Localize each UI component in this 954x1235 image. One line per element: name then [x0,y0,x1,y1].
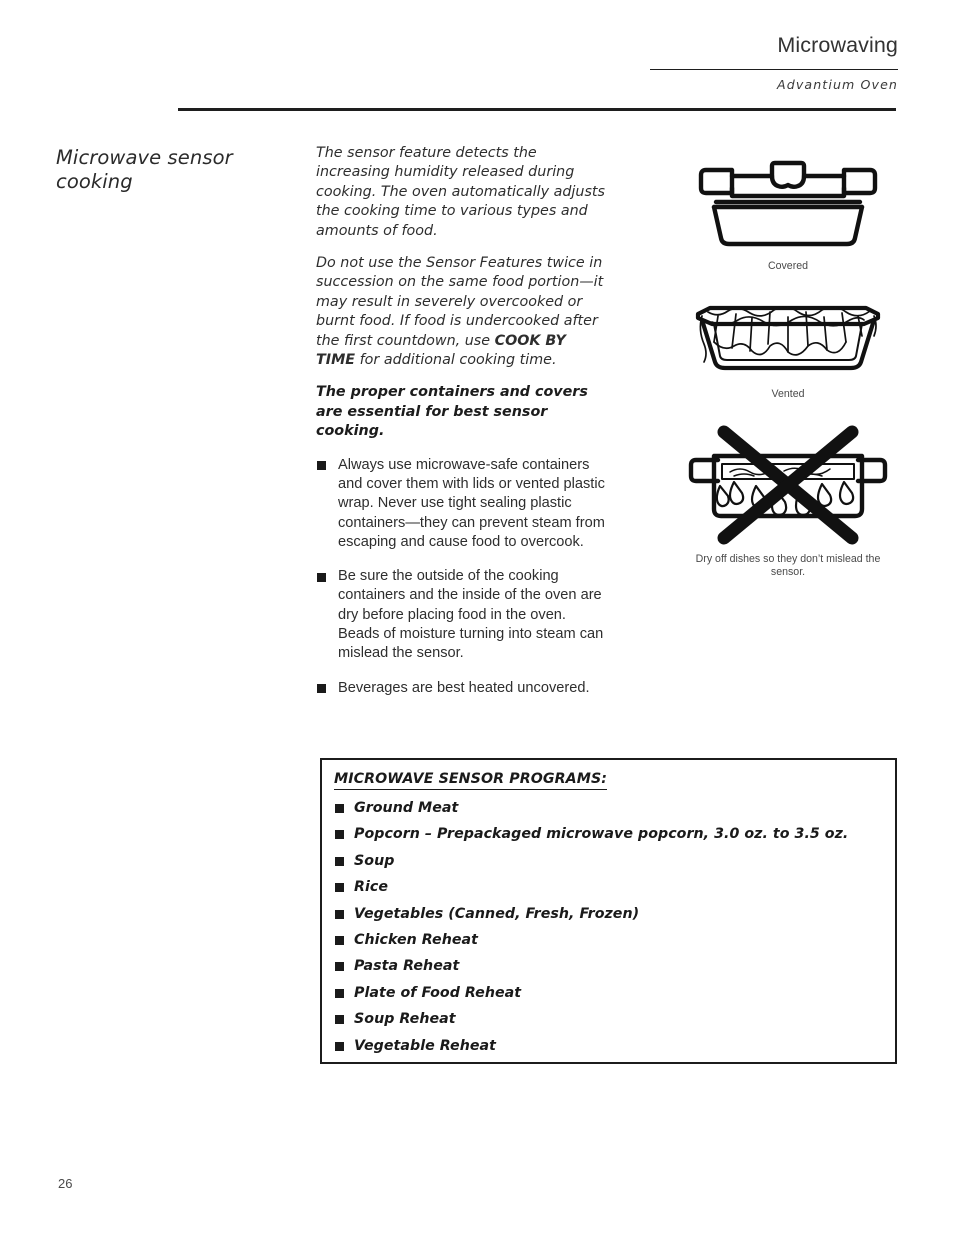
list-item-label: Soup Reheat [354,1011,456,1028]
vented-dish-icon [695,305,881,371]
square-bullet-icon [317,572,326,582]
square-bullet-icon [335,883,344,893]
figure-caption: Covered [767,260,809,272]
list-item: Soup [334,853,885,869]
figure-caption: Vented [771,388,805,400]
square-bullet-icon [335,962,344,972]
list-item: Be sure the outside of the cooking conta… [316,567,608,663]
list-item-label: Chicken Reheat [354,931,478,948]
list-item: Popcorn – Prepackaged microwave popcorn,… [334,826,885,842]
paragraph-sensor-feature: The sensor feature detects the increasin… [316,145,605,239]
paragraph-sensor-warning: Do not use the Sensor Features twice in … [316,254,608,370]
microwave-sensor-programs-box: MICROWAVE SENSOR PROGRAMS: Ground Meat P… [320,758,897,1064]
list-item-label: Ground Meat [354,800,459,816]
square-bullet-icon [317,461,326,471]
list-item: Rice [334,879,885,895]
list-item-label: Vegetables (Canned, Fresh, Frozen) [354,905,640,922]
wet-dish-prohibited-icon [688,425,888,545]
list-item: Vegetable Reheat [334,1038,885,1054]
covered-dish-icon [698,160,878,247]
lead-bold-statement: The proper containers and covers are ess… [316,384,588,440]
list-item: Always use microwave-safe containers and… [316,456,608,552]
section-heading: Microwave sensor cooking [56,146,233,193]
page-number: 26 [58,1176,73,1191]
list-item: Soup Reheat [334,1011,885,1027]
list-item: Beverages are best heated uncovered. [316,679,608,698]
square-bullet-icon [335,804,344,813]
figure-covered: Covered [688,150,888,273]
list-item-label: Beverages are best heated uncovered. [338,679,590,696]
square-bullet-icon [335,830,344,840]
header-thick-divider [178,108,896,111]
page-title: Microwaving [777,33,898,57]
square-bullet-icon [335,1015,344,1025]
list-item: Pasta Reheat [334,958,885,974]
list-item: Vegetables (Canned, Fresh, Frozen) [334,906,885,922]
list-item-label: Rice [354,879,389,896]
body-text-column: The sensor feature detects the increasin… [316,144,608,713]
square-bullet-icon [317,684,326,694]
programs-box-title: MICROWAVE SENSOR PROGRAMS: [334,771,608,790]
paragraph-sensor-warning-part2: for additional cooking time. [355,352,557,369]
list-item: Chicken Reheat [334,932,885,948]
list-item-label: Plate of Food Reheat [354,984,522,1001]
square-bullet-icon [335,909,344,919]
programs-list: Ground Meat Popcorn – Prepackaged microw… [334,800,885,1064]
list-item-label: Always use microwave-safe containers and… [338,456,605,550]
list-item: Ground Meat [334,800,885,816]
list-item-label: Vegetable Reheat [354,1037,497,1054]
list-item-label: Popcorn – Prepackaged microwave popcorn,… [354,826,849,843]
list-item: Plate of Food Reheat [334,985,885,1001]
header-thin-divider [650,69,898,70]
list-item-label: Soup [354,852,395,869]
product-subtitle: Advantium Oven [777,77,898,92]
figure-dry-off-dishes: Dry off dishes so they don’t mislead the… [688,424,888,578]
document-page: Microwaving Advantium Oven Microwave sen… [0,0,954,1235]
square-bullet-icon [335,856,344,866]
list-item-label: Pasta Reheat [354,958,460,975]
list-item-label: Be sure the outside of the cooking conta… [338,568,604,662]
figure-vented: Vented [688,296,888,401]
figure-caption: Dry off dishes so they don’t mislead the… [695,553,881,578]
square-bullet-icon [335,988,344,998]
square-bullet-icon [335,935,344,945]
square-bullet-icon [335,1041,344,1051]
